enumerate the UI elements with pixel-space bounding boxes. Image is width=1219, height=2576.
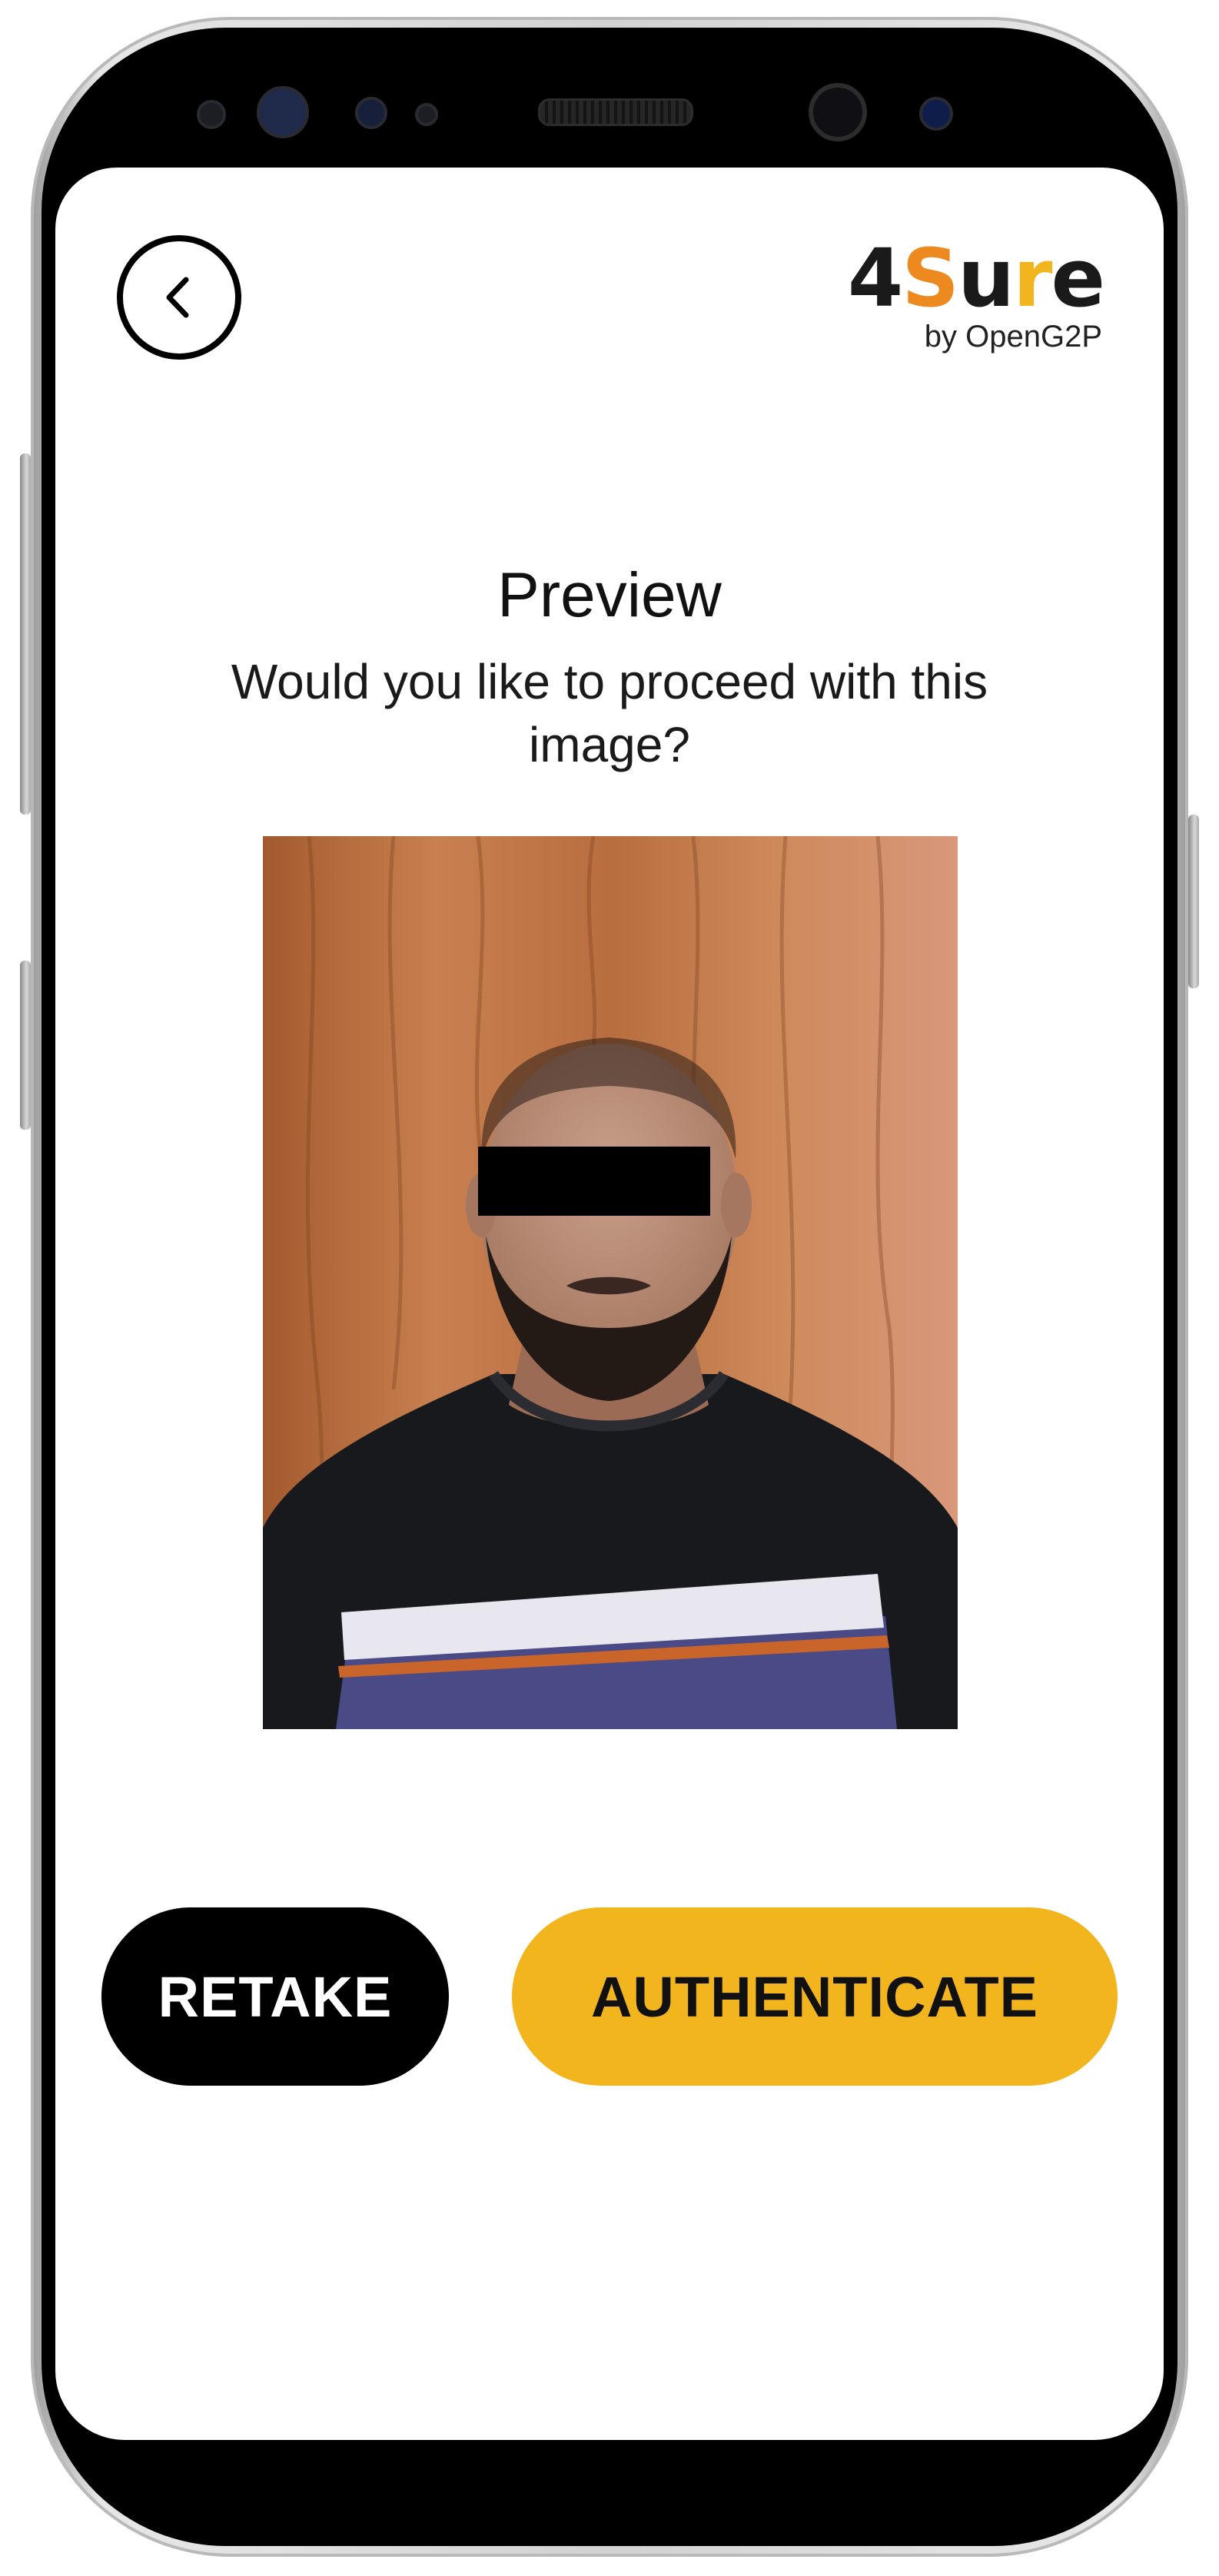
side-button-volume-down <box>20 961 31 1130</box>
side-button-volume-up <box>20 453 31 815</box>
page-subtitle: Would you like to proceed with this imag… <box>231 654 988 772</box>
proximity-sensor <box>355 97 387 129</box>
speaker-grille <box>538 98 693 126</box>
retake-button[interactable]: RETAKE <box>101 1907 449 2086</box>
captured-photo-image <box>263 836 958 1729</box>
authenticate-button[interactable]: AUTHENTICATE <box>512 1907 1118 2086</box>
light-sensor <box>415 103 438 126</box>
camera-flash <box>919 97 953 131</box>
brand-wordmark: 4Sure <box>848 238 1105 318</box>
back-button[interactable] <box>117 235 241 360</box>
brand-logo: 4Sure by OpenG2P <box>848 238 1105 354</box>
side-button-power <box>1188 815 1199 988</box>
brand-part-u: u <box>958 231 1015 325</box>
phone-mockup: 4Sure by OpenG2P Preview Would you like … <box>0 0 1219 2576</box>
brand-part-r: r <box>1013 231 1052 325</box>
page-title: Preview <box>497 560 722 630</box>
brand-part-e: e <box>1051 231 1105 325</box>
captured-photo <box>263 836 958 1729</box>
app-screen: 4Sure by OpenG2P Preview Would you like … <box>55 168 1164 2440</box>
brand-part-s: S <box>902 231 959 325</box>
sensor-dot <box>197 100 226 129</box>
front-camera <box>809 83 867 141</box>
iris-sensor <box>257 86 309 138</box>
brand-part-4: 4 <box>847 231 903 325</box>
chevron-left-icon <box>166 277 189 318</box>
